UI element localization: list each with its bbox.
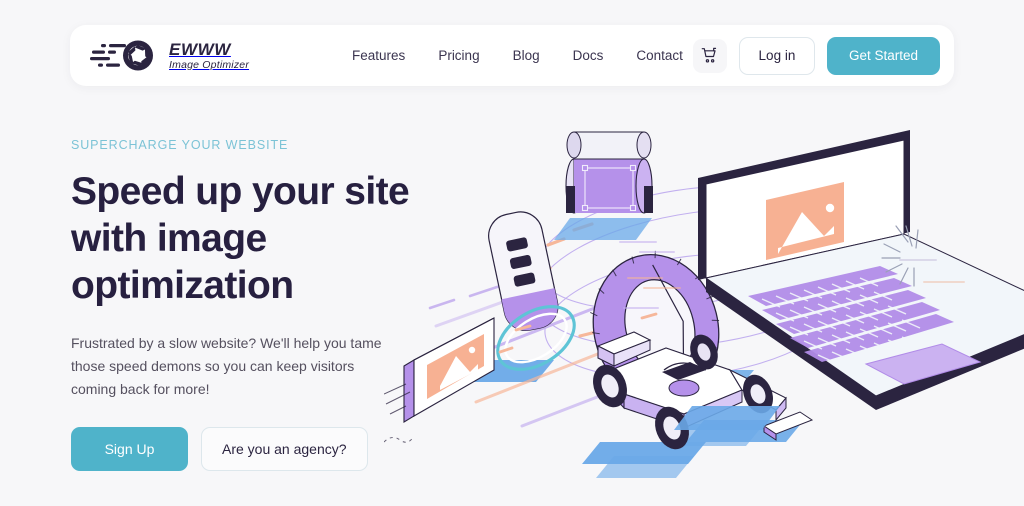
hero-subcopy: Frustrated by a slow website? We'll help… (71, 334, 382, 397)
hero-headline: Speed up your site with image optimizati… (71, 170, 410, 308)
main-navigation: Features Pricing Blog Docs Contact (352, 48, 683, 63)
site-header: EWWW Image Optimizer Features Pricing Bl… (70, 25, 954, 86)
brand-logo[interactable]: EWWW Image Optimizer (90, 37, 249, 75)
login-button[interactable]: Log in (738, 36, 815, 75)
nav-item-features[interactable]: Features (352, 48, 405, 63)
nav-item-docs[interactable]: Docs (573, 48, 604, 63)
sign-up-button[interactable]: Sign Up (71, 426, 188, 471)
camera-aperture-speed-icon (90, 37, 160, 75)
cart-button[interactable] (692, 38, 727, 73)
nav-item-pricing[interactable]: Pricing (438, 48, 479, 63)
isometric-speed-image-optimization-illustration (384, 120, 1024, 480)
hero-cta-row: Sign Up Are you an agency? (71, 426, 411, 471)
hero-section: SUPERCHARGE YOUR WEBSITE Speed up your s… (71, 138, 411, 471)
get-started-button[interactable]: Get Started (826, 36, 940, 75)
hero-eyebrow: SUPERCHARGE YOUR WEBSITE (71, 138, 289, 152)
brand-tagline: Image Optimizer (169, 58, 250, 71)
header-actions: Log in Get Started (692, 36, 940, 75)
shopping-cart-icon (701, 47, 718, 64)
nav-item-blog[interactable]: Blog (513, 48, 540, 63)
brand-name: EWWW (169, 39, 231, 59)
nav-item-contact[interactable]: Contact (636, 48, 683, 63)
agency-button[interactable]: Are you an agency? (201, 426, 368, 471)
